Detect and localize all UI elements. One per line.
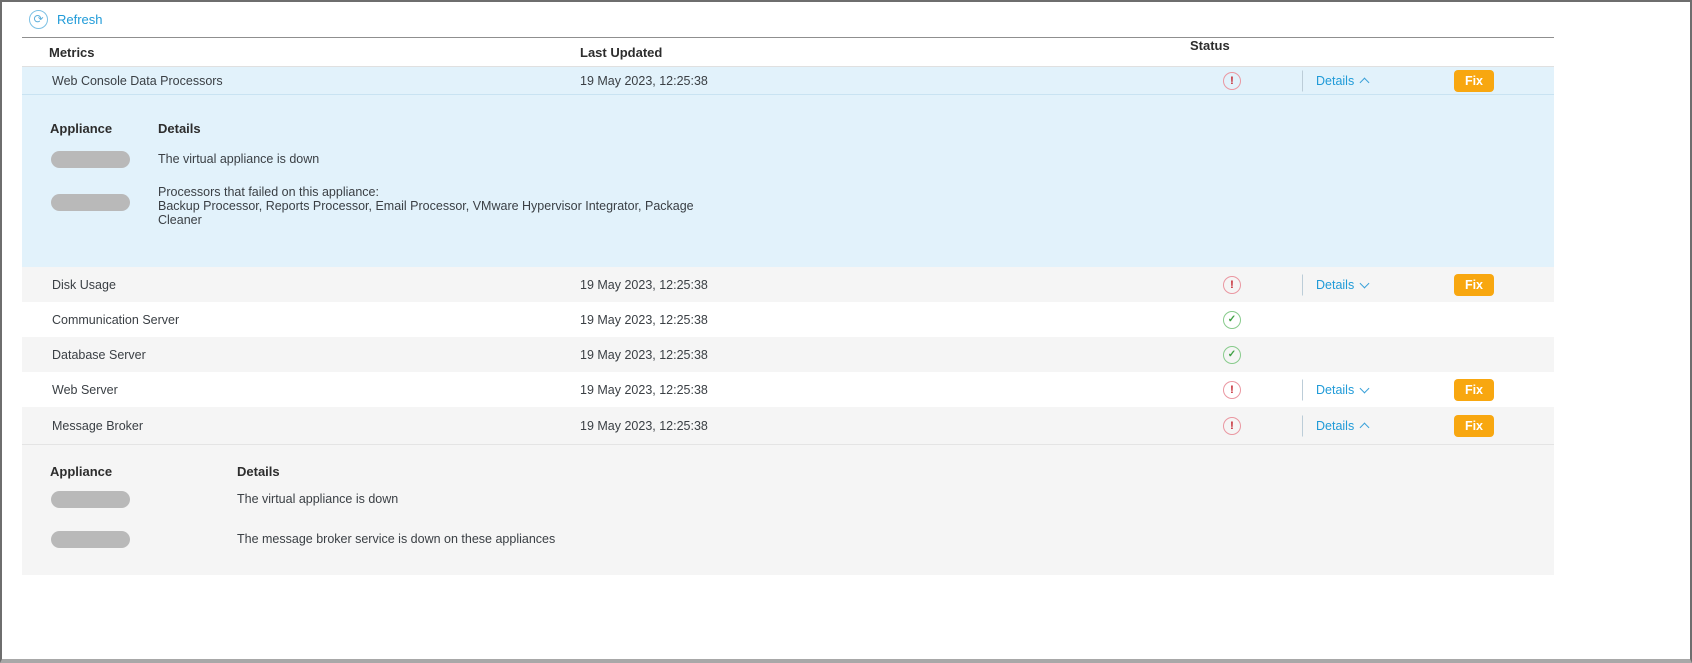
details-toggle-link[interactable]: Details — [1316, 74, 1370, 88]
table-row: Web Server 19 May 2023, 12:25:38 ! Detai… — [22, 372, 1554, 407]
last-updated-value: 19 May 2023, 12:25:38 — [580, 382, 708, 397]
status-cell: ! Details Fix — [1180, 407, 1554, 444]
fix-button[interactable]: Fix — [1453, 69, 1494, 92]
last-updated-value: 19 May 2023, 12:25:38 — [580, 418, 708, 433]
refresh-icon[interactable]: ⟳ — [29, 10, 48, 29]
row-separator — [22, 94, 1554, 95]
last-updated-value: 19 May 2023, 12:25:38 — [580, 277, 708, 292]
details-expansion-panel: Appliance Details The virtual appliance … — [22, 121, 1554, 267]
status-cell: ✓ — [1180, 337, 1554, 372]
fix-button[interactable]: Fix — [1453, 378, 1494, 401]
details-toggle-link[interactable]: Details — [1316, 419, 1370, 433]
metric-label: Web Console Data Processors — [52, 73, 223, 88]
table-row: Communication Server 19 May 2023, 12:25:… — [22, 302, 1554, 337]
chevron-up-icon — [1359, 77, 1370, 87]
chevron-down-icon — [1359, 383, 1370, 393]
expansion-detail-row: The virtual appliance is down — [50, 151, 1554, 168]
expansion-detail-row: The virtual appliance is down — [50, 491, 1554, 508]
last-updated-value: 19 May 2023, 12:25:38 — [580, 347, 708, 362]
details-column-header: Details — [158, 121, 201, 136]
expansion-detail-row: The message broker service is down on th… — [50, 531, 1554, 575]
success-status-icon: ✓ — [1223, 310, 1241, 329]
status-cell: ✓ — [1180, 302, 1554, 337]
table-header-row: Metrics Last Updated Status — [22, 37, 1554, 67]
fix-button[interactable]: Fix — [1453, 273, 1494, 296]
row-separator — [22, 444, 1554, 445]
success-status-icon: ✓ — [1223, 345, 1241, 364]
metric-label: Disk Usage — [52, 277, 116, 292]
appliance-name-redacted — [51, 491, 130, 508]
error-status-icon: ! — [1223, 71, 1241, 90]
details-toggle-link[interactable]: Details — [1316, 383, 1370, 397]
metric-label: Message Broker — [52, 418, 144, 433]
appliance-name-redacted — [51, 531, 130, 548]
detail-text: The virtual appliance is down — [237, 492, 399, 506]
expansion-header-row: Appliance Details — [50, 464, 1554, 479]
vertical-divider — [1302, 70, 1303, 91]
appliance-column-header: Appliance — [50, 121, 113, 136]
table-row: Message Broker 19 May 2023, 12:25:38 ! D… — [22, 407, 1554, 444]
vertical-divider — [1302, 379, 1303, 400]
chevron-down-icon — [1359, 278, 1370, 288]
appliance-name-redacted — [51, 151, 130, 168]
error-status-icon: ! — [1223, 275, 1241, 294]
detail-text-list: Backup Processor, Reports Processor, Ema… — [158, 199, 694, 227]
expansion-header-row: Appliance Details — [50, 121, 1554, 136]
column-header-metrics: Metrics — [49, 44, 95, 60]
chevron-up-icon — [1359, 422, 1370, 432]
details-toggle-link[interactable]: Details — [1316, 278, 1370, 292]
status-cell: ! Details Fix — [1180, 267, 1554, 302]
row-group-message-broker: Message Broker 19 May 2023, 12:25:38 ! D… — [22, 407, 1554, 575]
status-cell: ! Details Fix — [1180, 67, 1554, 94]
vertical-divider — [1302, 415, 1303, 436]
expansion-detail-row: Processors that failed on this appliance… — [50, 185, 1554, 267]
column-header-last-updated: Last Updated — [580, 44, 663, 60]
last-updated-value: 19 May 2023, 12:25:38 — [580, 312, 708, 327]
metric-label: Database Server — [52, 347, 146, 362]
error-status-icon: ! — [1223, 416, 1241, 435]
vertical-divider — [1302, 274, 1303, 295]
detail-text: The message broker service is down on th… — [237, 532, 556, 546]
last-updated-value: 19 May 2023, 12:25:38 — [580, 73, 708, 88]
appliance-name-redacted — [51, 194, 130, 211]
detail-text-intro: Processors that failed on this appliance… — [158, 185, 379, 199]
table-row: Web Console Data Processors 19 May 2023,… — [22, 67, 1554, 94]
health-status-panel: ⟳ Refresh Metrics Last Updated Status We… — [0, 0, 1692, 663]
fix-button[interactable]: Fix — [1453, 414, 1494, 437]
toolbar: ⟳ Refresh — [22, 2, 1554, 37]
table-row: Disk Usage 19 May 2023, 12:25:38 ! Detai… — [22, 267, 1554, 302]
metric-label: Communication Server — [52, 312, 180, 327]
details-column-header: Details — [237, 464, 280, 479]
appliance-column-header: Appliance — [50, 464, 113, 479]
status-cell: ! Details Fix — [1180, 372, 1554, 407]
column-header-status: Status — [1190, 38, 1230, 53]
detail-text: The virtual appliance is down — [158, 152, 320, 166]
metric-label: Web Server — [52, 382, 118, 397]
table-row: Database Server 19 May 2023, 12:25:38 ✓ — [22, 337, 1554, 372]
row-group-web-console-data-processors: Web Console Data Processors 19 May 2023,… — [22, 67, 1554, 267]
details-expansion-panel: Appliance Details The virtual appliance … — [22, 464, 1554, 575]
refresh-button[interactable]: Refresh — [57, 12, 103, 27]
error-status-icon: ! — [1223, 380, 1241, 399]
